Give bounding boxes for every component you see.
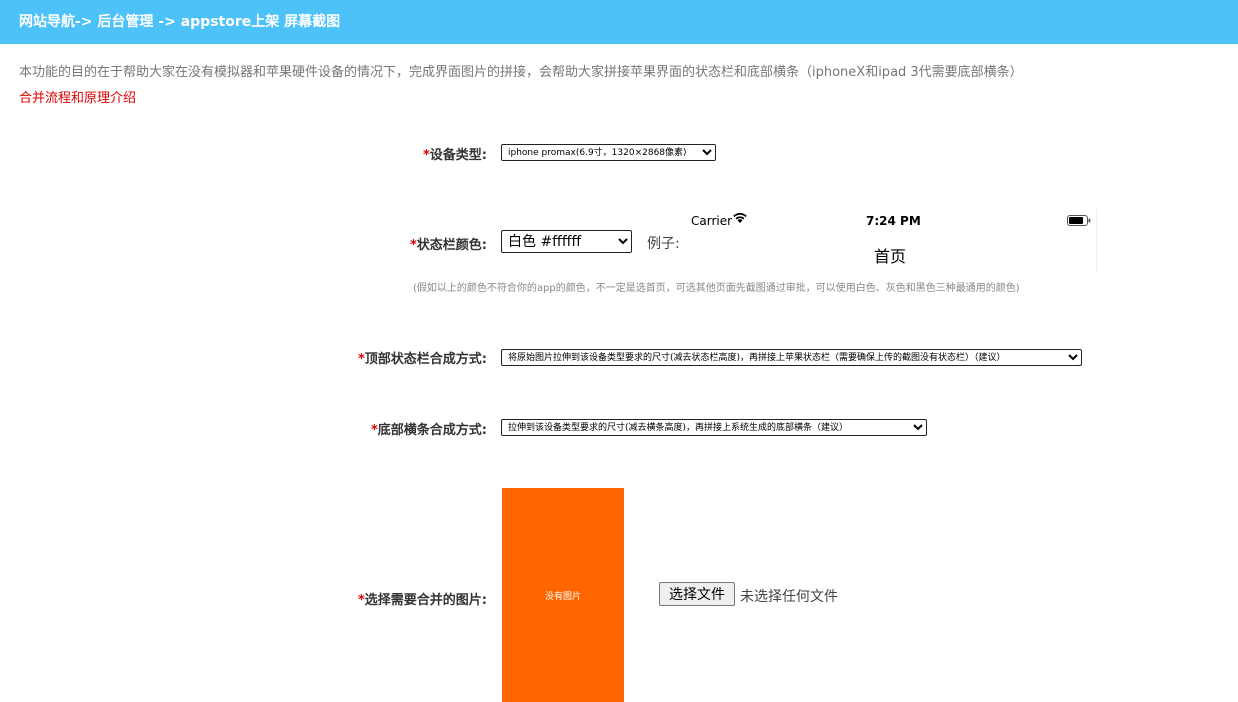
battery-icon bbox=[1067, 215, 1091, 226]
required-mark: * bbox=[370, 423, 378, 438]
status-bar-color-label: *状态栏颜色: bbox=[409, 238, 487, 253]
image-select-label: *选择需要合并的图片: bbox=[357, 593, 487, 608]
required-mark: * bbox=[357, 352, 365, 367]
status-bar-preview: Carrier 7:24 PM 首页 bbox=[684, 208, 1096, 274]
top-header-bar: 网站导航-> 后台管理 -> appstore上架 屏幕截图 bbox=[0, 0, 1238, 44]
bottom-bar-method-label: *底部横条合成方式: bbox=[370, 423, 487, 438]
wifi-icon bbox=[733, 213, 747, 223]
required-mark: * bbox=[357, 593, 365, 608]
device-type-select[interactable]: iphone promax(6.9寸，1320×2868像素) bbox=[501, 144, 716, 161]
required-mark: * bbox=[422, 148, 430, 163]
example-label: 例子: bbox=[647, 236, 680, 252]
required-mark: * bbox=[409, 238, 417, 253]
process-intro-link[interactable]: 合并流程和原理介绍 bbox=[19, 87, 136, 106]
top-bar-method-select[interactable]: 将原始图片拉伸到该设备类型要求的尺寸(减去状态栏高度)，再拼接上苹果状态栏（需要… bbox=[501, 349, 1082, 366]
intro-description: 本功能的目的在于帮助大家在没有模拟器和苹果硬件设备的情况下，完成界面图片的拼接，… bbox=[19, 65, 1023, 80]
choose-file-button[interactable]: 选择文件 bbox=[659, 582, 735, 606]
color-hint: (假如以上的颜色不符合你的app的颜色，不一定是选首页，可选其他页面先截图通过审… bbox=[413, 283, 1020, 294]
preview-page-title: 首页 bbox=[874, 247, 907, 266]
bottom-bar-method-select[interactable]: 拉伸到该设备类型要求的尺寸(减去横条高度)，再拼接上系统生成的底部横条（建议） bbox=[501, 419, 927, 436]
image-placeholder-text: 没有图片 bbox=[544, 591, 581, 602]
device-type-label: *设备类型: bbox=[422, 148, 487, 163]
top-bar-method-label: *顶部状态栏合成方式: bbox=[357, 352, 487, 367]
breadcrumb: 网站导航-> 后台管理 -> appstore上架 屏幕截图 bbox=[19, 14, 341, 30]
preview-carrier: Carrier bbox=[691, 214, 733, 228]
preview-time: 7:24 PM bbox=[866, 214, 921, 228]
file-status-text: 未选择任何文件 bbox=[740, 589, 838, 605]
status-bar-color-select[interactable]: 白色 #ffffff bbox=[501, 230, 632, 253]
image-placeholder: 没有图片 bbox=[502, 488, 624, 702]
